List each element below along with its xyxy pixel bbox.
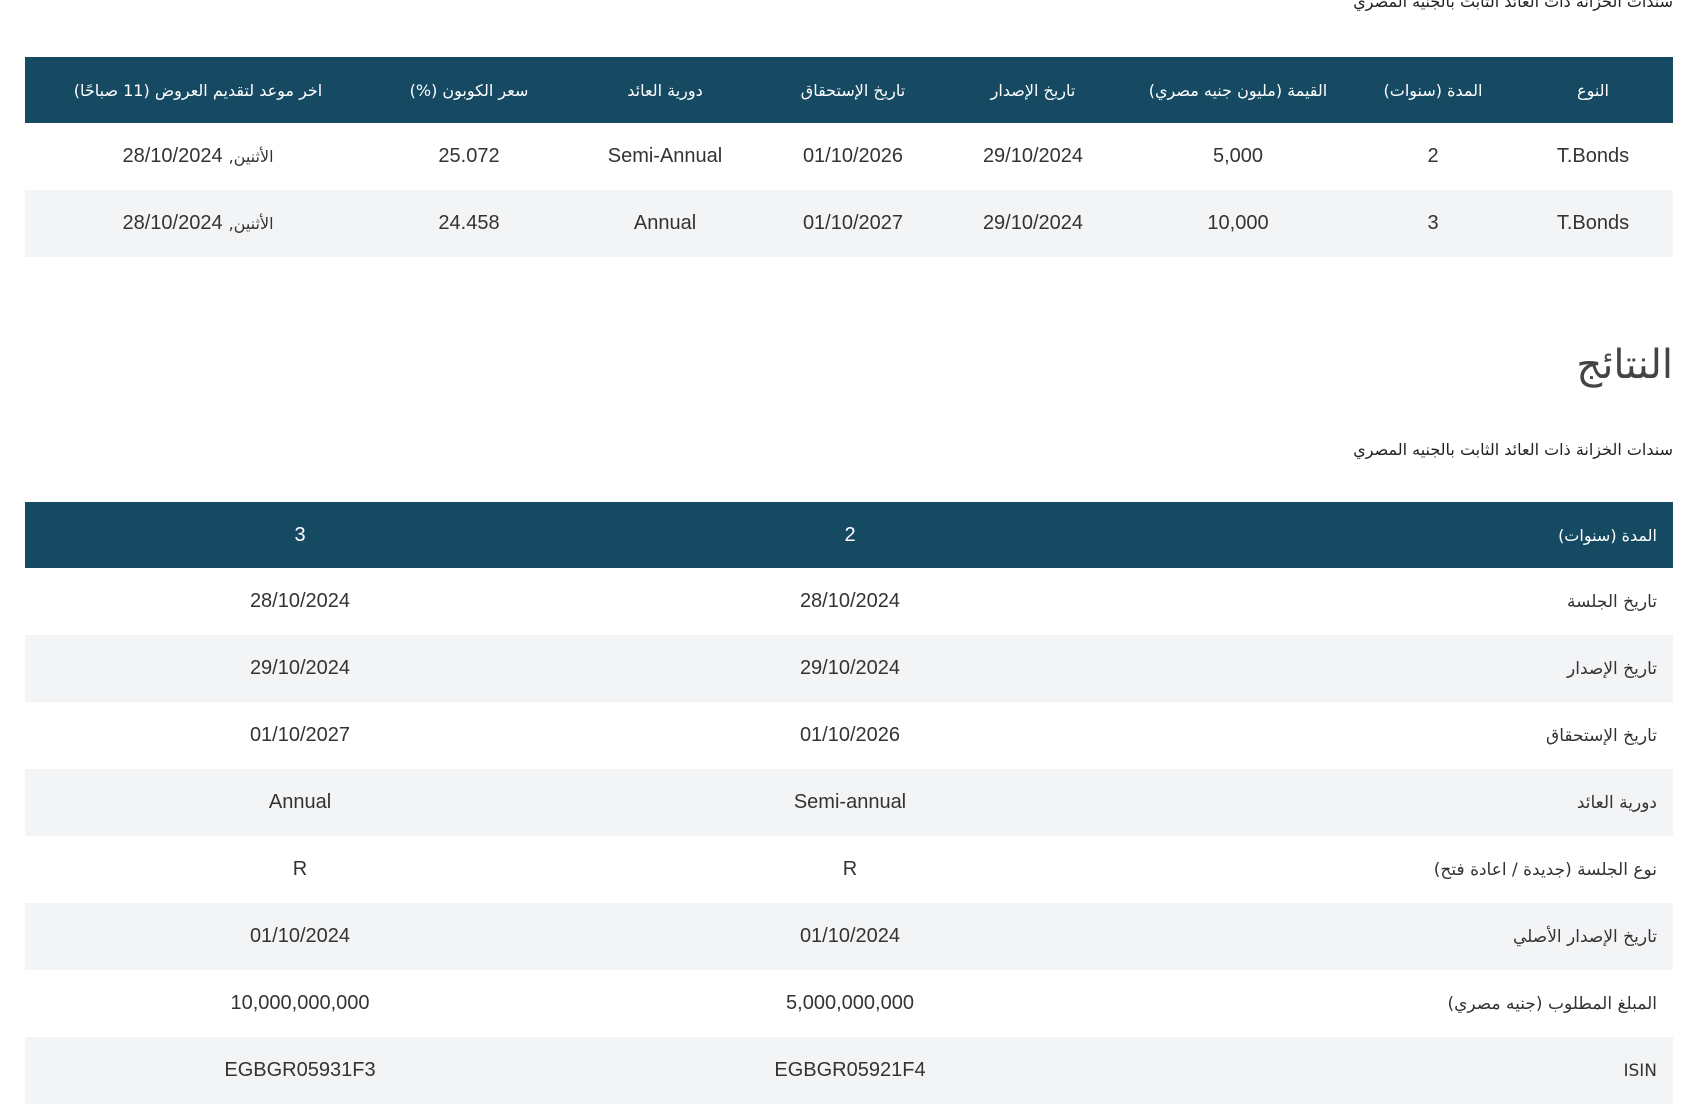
header-coupon: سعر الكوبون (%) (409, 80, 529, 100)
row-label: تاريخ الإصدار الأصلي (1513, 926, 1657, 947)
cell-deadline: 28/10/2024 الأثنين, (25, 190, 371, 257)
results-header-col-3: 3 (294, 523, 306, 546)
deadline-day: الأثنين, (228, 147, 274, 166)
cell-value: 01/10/2027 (249, 724, 351, 746)
cell-tenor: 3 (1427, 212, 1439, 234)
deadline-date: 28/10/2024 (122, 212, 223, 234)
cell-type: T.Bonds (1556, 212, 1630, 234)
header-amount: القيمة (مليون جنيه مصري) (1148, 80, 1328, 100)
cell-value: 29/10/2024 (799, 657, 901, 679)
cell-value: EGBGR05921F4 (774, 1059, 926, 1081)
cell-amount: 5,000 (1212, 145, 1264, 167)
table-row: ISIN EGBGR05921F4 EGBGR05931F3 (25, 1037, 1673, 1104)
table-row: تاريخ الجلسة 28/10/2024 28/10/2024 (25, 568, 1673, 635)
results-caption: سندات الخزانة ذات العائد الثابت بالجنيه … (1353, 440, 1673, 459)
table-row: T.Bonds 2 5,000 29/10/2024 01/10/2026 Se… (25, 123, 1673, 190)
table-row: نوع الجلسة (جديدة / اعادة فتح) R R (25, 836, 1673, 903)
deadline-day: الأثنين, (228, 214, 274, 233)
header-tenor: المدة (سنوات) (1383, 80, 1483, 100)
cell-frequency: Semi-Annual (607, 145, 723, 167)
cell-issue-date: 29/10/2024 (982, 212, 1084, 234)
cell-value: 29/10/2024 (249, 657, 351, 679)
cell-amount: 10,000 (1207, 212, 1269, 234)
cell-type: T.Bonds (1556, 145, 1630, 167)
cell-deadline: 28/10/2024 الأثنين, (25, 123, 371, 190)
table-row: تاريخ الإستحقاق 01/10/2026 01/10/2027 (25, 702, 1673, 769)
cell-maturity-date: 01/10/2027 (802, 212, 904, 234)
results-table: المدة (سنوات) 2 3 تاريخ الجلسة 28/10/202… (25, 502, 1673, 1104)
header-type: النوع (1577, 80, 1609, 100)
cell-coupon: 25.072 (438, 145, 500, 167)
cell-value: EGBGR05931F3 (224, 1059, 376, 1081)
cell-value: 10,000,000,000 (230, 992, 370, 1014)
cell-tenor: 2 (1427, 145, 1439, 167)
cell-value: R (842, 858, 858, 880)
table-row: المبلغ المطلوب (جنيه مصري) 5,000,000,000… (25, 970, 1673, 1037)
cell-value: 28/10/2024 (799, 590, 901, 612)
table-row: دورية العائد Semi-annual Annual (25, 769, 1673, 836)
results-title: النتائج (1576, 342, 1673, 388)
row-label: المبلغ المطلوب (جنيه مصري) (1447, 993, 1657, 1014)
results-header-label: المدة (سنوات) (1558, 525, 1657, 545)
offers-table: النوع المدة (سنوات) القيمة (مليون جنيه م… (25, 57, 1673, 257)
deadline-date: 28/10/2024 (122, 145, 223, 167)
cell-value: Semi-annual (793, 791, 907, 813)
cell-value: 01/10/2024 (799, 925, 901, 947)
cell-frequency: Annual (633, 212, 697, 234)
cell-value: 28/10/2024 (249, 590, 351, 612)
row-label: دورية العائد (1576, 792, 1657, 813)
cell-value: R (292, 858, 308, 880)
results-header-row: المدة (سنوات) 2 3 (25, 502, 1673, 568)
header-maturity-date: تاريخ الإستحقاق (800, 80, 906, 100)
cell-value: 01/10/2024 (249, 925, 351, 947)
row-label: تاريخ الجلسة (1566, 591, 1657, 612)
results-header-col-2: 2 (844, 523, 856, 546)
cell-value: 01/10/2026 (799, 724, 901, 746)
table-row: تاريخ الإصدار 29/10/2024 29/10/2024 (25, 635, 1673, 702)
row-label: تاريخ الإستحقاق (1546, 725, 1657, 746)
header-deadline: اخر موعد لتقديم العروض (11 صباحًا) (73, 80, 323, 100)
offers-header-row: النوع المدة (سنوات) القيمة (مليون جنيه م… (25, 57, 1673, 123)
cell-coupon: 24.458 (438, 212, 500, 234)
header-frequency: دورية العائد (627, 80, 703, 100)
row-label: ISIN (1623, 1060, 1657, 1081)
table-row: تاريخ الإصدار الأصلي 01/10/2024 01/10/20… (25, 903, 1673, 970)
header-issue-date: تاريخ الإصدار (990, 80, 1076, 100)
offers-caption: سندات الخزانة ذات العائد الثابت بالجنيه … (1353, 0, 1673, 11)
row-label: نوع الجلسة (جديدة / اعادة فتح) (1433, 859, 1657, 880)
cell-value: Annual (268, 791, 332, 813)
cell-issue-date: 29/10/2024 (982, 145, 1084, 167)
cell-value: 5,000,000,000 (786, 992, 914, 1014)
table-row: T.Bonds 3 10,000 29/10/2024 01/10/2027 A… (25, 190, 1673, 257)
cell-maturity-date: 01/10/2026 (802, 145, 904, 167)
row-label: تاريخ الإصدار (1567, 658, 1657, 679)
